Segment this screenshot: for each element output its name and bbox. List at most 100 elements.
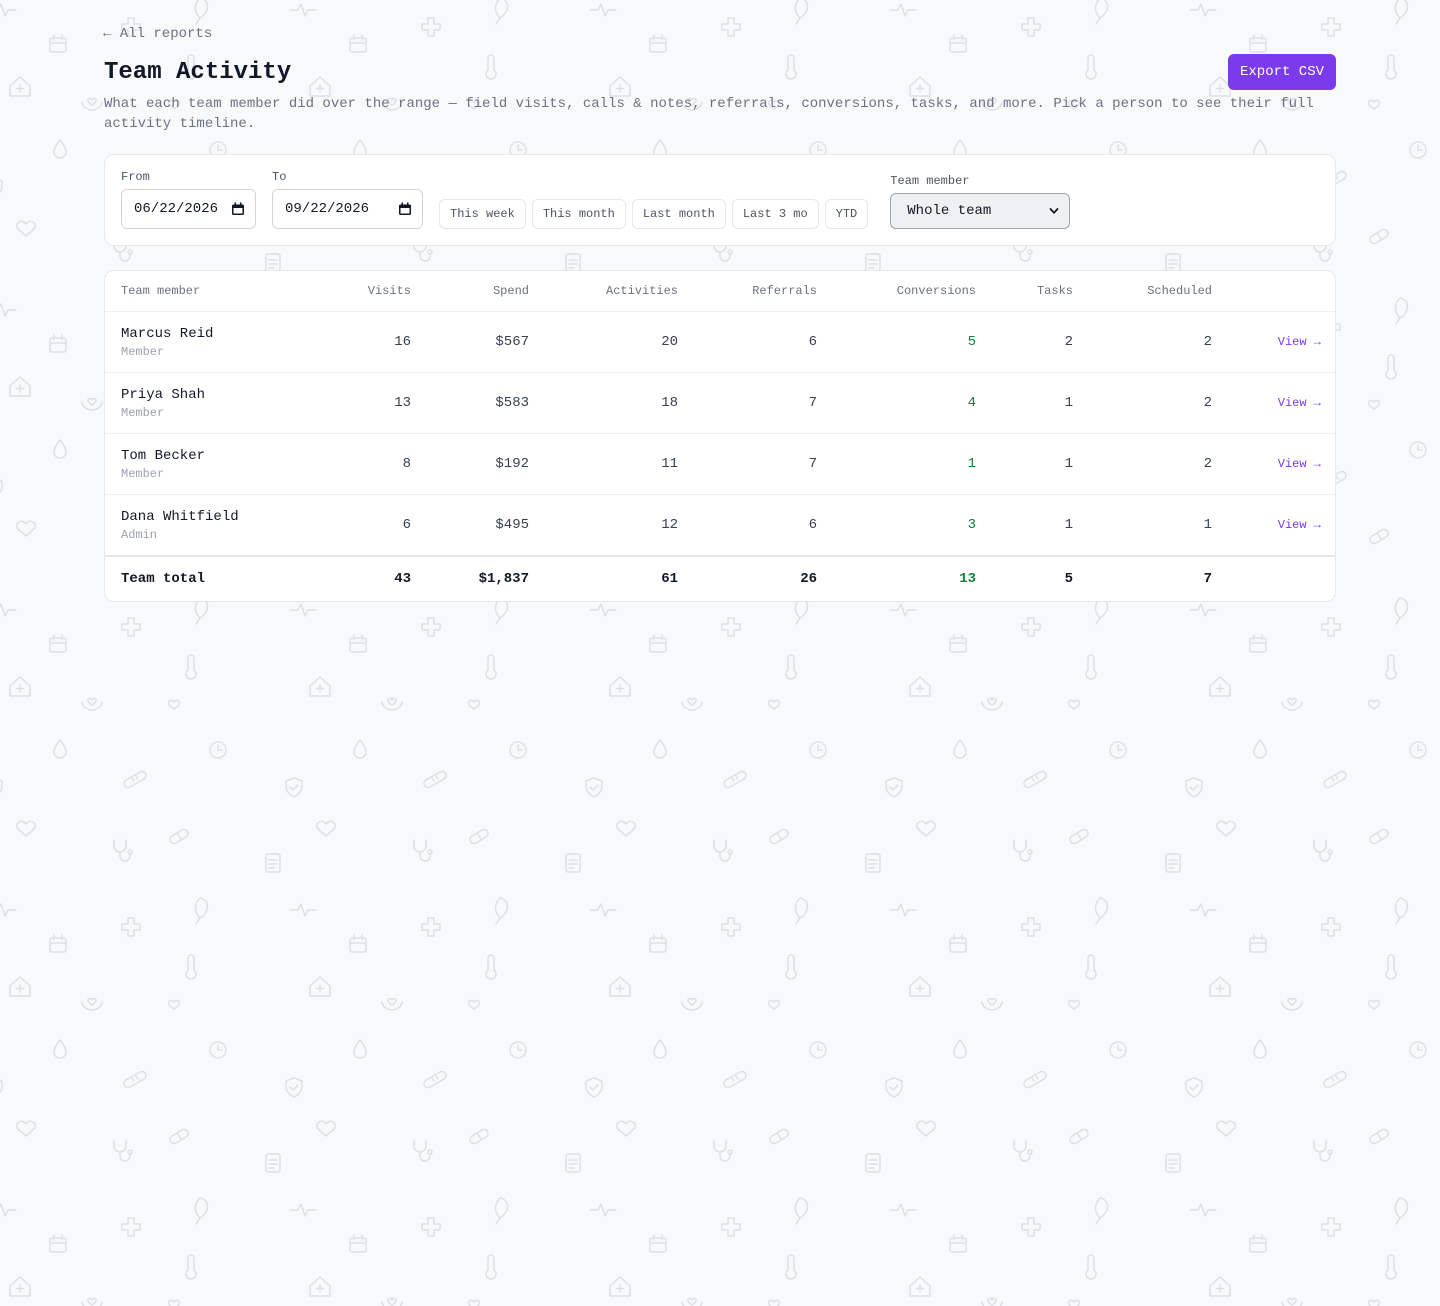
page-description: What each team member did over the range… (104, 96, 1314, 132)
team-member-select[interactable]: Whole team (890, 193, 1071, 229)
visits-cell: 16 (317, 311, 411, 373)
action-cell: View → (1212, 494, 1335, 557)
column-header-action (1212, 271, 1335, 312)
total-tasks: 5 (976, 555, 1073, 601)
total-action-empty (1212, 555, 1335, 601)
conversions-cell: 3 (817, 494, 976, 557)
scheduled-cell: 1 (1073, 494, 1212, 557)
preset-ytd-button[interactable]: YTD (824, 199, 869, 229)
from-date-value: 06/22/2026 (134, 201, 219, 217)
member-cell: Tom Becker Member (105, 433, 317, 495)
activities-cell: 18 (529, 372, 678, 434)
total-activities: 61 (529, 555, 678, 601)
member-role: Member (121, 344, 165, 359)
member-cell: Priya Shah Member (105, 372, 317, 434)
team-member-label: Team member (890, 174, 970, 188)
scheduled-cell: 2 (1073, 433, 1212, 495)
member-role: Member (121, 405, 165, 420)
view-member-link[interactable]: View → (1278, 335, 1335, 349)
member-cell: Dana Whitfield Admin (105, 494, 317, 557)
team-member-selected-value: Whole team (907, 203, 992, 219)
scheduled-cell: 2 (1073, 311, 1212, 373)
member-role: Admin (121, 527, 158, 542)
total-conversions: 13 (817, 555, 976, 601)
member-name: Marcus Reid (121, 325, 214, 342)
preset-last-month-button[interactable]: Last month (631, 199, 726, 229)
tasks-cell: 1 (976, 372, 1073, 434)
column-header-tasks[interactable]: Tasks (976, 271, 1073, 312)
to-date-input[interactable]: 09/22/2026 (272, 189, 423, 229)
total-spend: $1,837 (411, 555, 529, 601)
table-row[interactable]: Marcus Reid Member 16 $567 20 6 5 2 2 Vi… (105, 311, 1335, 373)
chevron-down-icon (1049, 208, 1059, 214)
column-header-spend[interactable]: Spend (411, 271, 529, 312)
team-member-field: Team member Whole team (890, 174, 1071, 229)
total-label: Team total (105, 555, 317, 601)
activities-cell: 20 (529, 311, 678, 373)
preset-last-3-months-button[interactable]: Last 3 mo (731, 199, 819, 229)
from-label: From (121, 170, 150, 184)
spend-cell: $583 (411, 372, 529, 434)
page-title: Team Activity (104, 59, 292, 86)
referrals-cell: 7 (678, 372, 817, 434)
member-name: Priya Shah (121, 386, 206, 403)
calendar-icon[interactable] (398, 202, 412, 216)
tasks-cell: 1 (976, 433, 1073, 495)
visits-cell: 8 (317, 433, 411, 495)
referrals-cell: 7 (678, 433, 817, 495)
activity-table: Team member Visits Spend Activities Refe… (105, 271, 1335, 601)
total-referrals: 26 (678, 555, 817, 601)
referrals-cell: 6 (678, 311, 817, 373)
column-header-team-member[interactable]: Team member (105, 271, 317, 312)
member-role: Member (121, 466, 165, 481)
action-cell: View → (1212, 311, 1335, 373)
member-name: Tom Becker (121, 447, 206, 464)
conversions-cell: 5 (817, 311, 976, 373)
scheduled-cell: 2 (1073, 372, 1212, 434)
column-header-referrals[interactable]: Referrals (678, 271, 817, 312)
conversions-cell: 4 (817, 372, 976, 434)
table-row[interactable]: Tom Becker Member 8 $192 11 7 1 1 2 View… (105, 433, 1335, 495)
preset-this-week-button[interactable]: This week (439, 199, 526, 229)
column-header-visits[interactable]: Visits (317, 271, 411, 312)
action-cell: View → (1212, 372, 1335, 434)
to-date-value: 09/22/2026 (285, 201, 370, 217)
to-label: To (272, 170, 287, 184)
table-header-row: Team member Visits Spend Activities Refe… (105, 271, 1335, 312)
visits-cell: 13 (317, 372, 411, 434)
table-row[interactable]: Dana Whitfield Admin 6 $495 12 6 3 1 1 V… (105, 494, 1335, 557)
view-member-link[interactable]: View → (1278, 396, 1335, 410)
referrals-cell: 6 (678, 494, 817, 557)
report-page: ← All reports Team Activity Export CSV W… (103, 0, 1336, 602)
date-preset-group: This week This month Last month Last 3 m… (439, 199, 874, 229)
member-name: Dana Whitfield (121, 508, 239, 525)
spend-cell: $192 (411, 433, 529, 495)
total-visits: 43 (317, 555, 411, 601)
activity-table-card: Team member Visits Spend Activities Refe… (104, 270, 1336, 602)
view-member-link[interactable]: View → (1278, 518, 1335, 532)
column-header-activities[interactable]: Activities (529, 271, 678, 312)
activities-cell: 11 (529, 433, 678, 495)
visits-cell: 6 (317, 494, 411, 557)
tasks-cell: 2 (976, 311, 1073, 373)
column-header-conversions[interactable]: Conversions (817, 271, 976, 312)
from-date-field: From 06/22/2026 (121, 170, 256, 229)
spend-cell: $495 (411, 494, 529, 557)
member-cell: Marcus Reid Member (105, 311, 317, 373)
filter-panel: From 06/22/2026 To 09/22/2026 This week … (104, 154, 1336, 246)
table-row[interactable]: Priya Shah Member 13 $583 18 7 4 1 2 Vie… (105, 372, 1335, 434)
back-to-reports-link[interactable]: ← All reports (103, 26, 212, 42)
to-date-field: To 09/22/2026 (272, 170, 423, 229)
spend-cell: $567 (411, 311, 529, 373)
view-member-link[interactable]: View → (1278, 457, 1335, 471)
export-csv-button[interactable]: Export CSV (1227, 54, 1336, 90)
column-header-scheduled[interactable]: Scheduled (1073, 271, 1212, 312)
page-header: Team Activity Export CSV (104, 54, 1336, 92)
from-date-input[interactable]: 06/22/2026 (121, 189, 256, 229)
activities-cell: 12 (529, 494, 678, 557)
action-cell: View → (1212, 433, 1335, 495)
conversions-cell: 1 (817, 433, 976, 495)
preset-this-month-button[interactable]: This month (531, 199, 626, 229)
total-scheduled: 7 (1073, 555, 1212, 601)
calendar-icon[interactable] (231, 202, 245, 216)
